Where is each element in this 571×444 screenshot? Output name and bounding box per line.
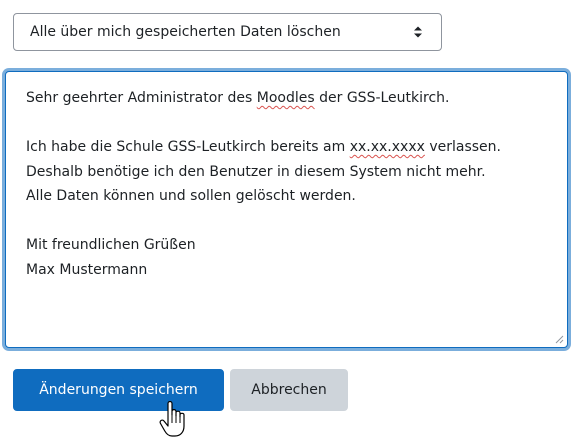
message-line: Deshalb benötige ich den Benutzer in die…	[26, 163, 486, 180]
hand-pointer-cursor-icon	[159, 401, 185, 437]
message-line: Mit freundlichen Grüßen	[26, 237, 196, 253]
spellcheck-word: Moodles	[256, 90, 315, 106]
message-line: Max Mustermann	[26, 261, 148, 278]
message-line	[26, 111, 557, 136]
resize-handle-icon[interactable]	[554, 334, 564, 344]
sort-arrows-icon	[414, 26, 422, 38]
request-type-value: Alle über mich gespeicherten Daten lösch…	[30, 24, 341, 40]
message-text: Sehr geehrter Administrator des Moodles …	[26, 86, 557, 282]
message-textarea[interactable]: Sehr geehrter Administrator des Moodles …	[5, 71, 568, 348]
request-form: Alle über mich gespeicherten Daten lösch…	[0, 0, 571, 444]
message-line: Sehr geehrter Administrator des Moodles …	[26, 90, 450, 106]
save-changes-button[interactable]: Änderungen speichern	[13, 369, 224, 411]
cancel-button[interactable]: Abbrechen	[230, 369, 348, 411]
message-line: Alle Daten können und sollen gelöscht we…	[26, 188, 356, 204]
spellcheck-word: xx.xx.xxxx	[349, 139, 425, 155]
message-line	[26, 209, 557, 234]
message-line: Ich habe die Schule GSS-Leutkirch bereit…	[26, 139, 501, 155]
request-type-select[interactable]: Alle über mich gespeicherten Daten lösch…	[13, 13, 442, 51]
